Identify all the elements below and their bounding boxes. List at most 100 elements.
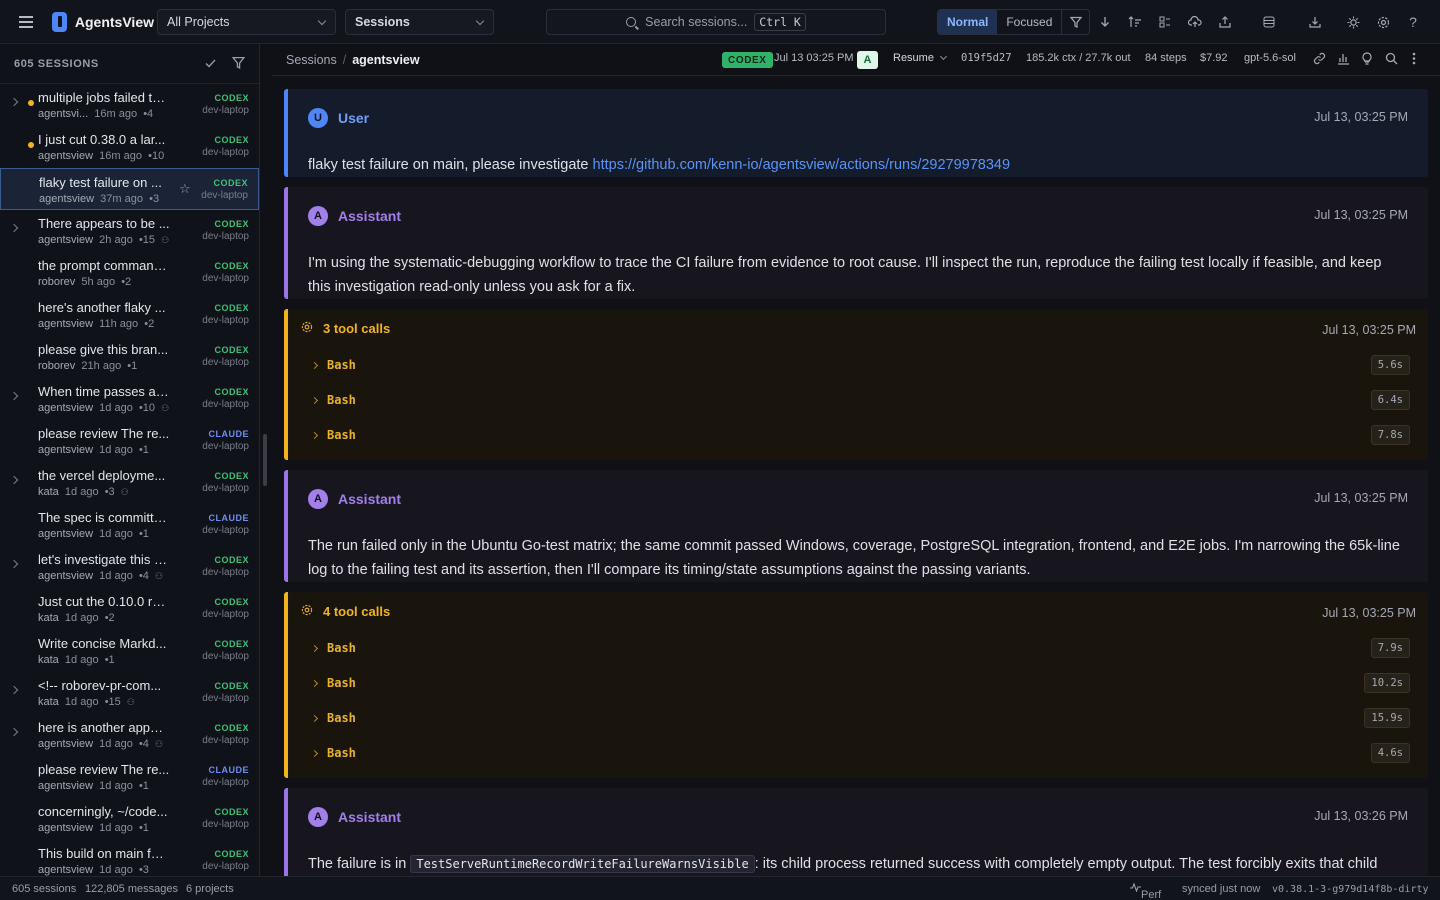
message-body: The failure is in TestServeRuntimeRecord…: [308, 855, 1378, 873]
agent-badge: CLAUDE: [208, 765, 249, 775]
session-item[interactable]: The spec is committe... agentsview 1d ago…: [0, 504, 259, 546]
sidebar-scrollbar[interactable]: [263, 434, 267, 486]
perf-button[interactable]: Perf: [1130, 882, 1161, 900]
expand-chevron-icon[interactable]: [9, 391, 19, 401]
tool-calls-header[interactable]: 3 tool calls: [301, 321, 390, 336]
assistant-avatar: A: [308, 489, 328, 509]
session-item[interactable]: When time passes an... agentsview 1d ago …: [0, 378, 259, 420]
tool-calls-header[interactable]: 4 tool calls: [301, 604, 390, 619]
status-project-count: 6 projects: [186, 883, 234, 895]
chevron-right-icon: [310, 644, 319, 652]
filter-icon[interactable]: [231, 56, 246, 72]
tool-call-row[interactable]: Bash 10.2s: [310, 673, 1410, 693]
filter-icon[interactable]: [1061, 10, 1089, 34]
menu-icon[interactable]: [0, 0, 52, 44]
status-session-count: 605 sessions: [12, 883, 77, 895]
check-icon[interactable]: [205, 56, 216, 71]
chevron-right-icon: [310, 679, 319, 687]
subagent-icon: ⚇: [155, 739, 164, 749]
expand-chevron-icon[interactable]: [9, 475, 19, 485]
session-item[interactable]: Write concise Markd... kata 1d ago •1 CODE…: [0, 630, 259, 672]
expand-chevron-icon[interactable]: [9, 685, 19, 695]
session-id[interactable]: 019f5d27: [961, 52, 1012, 64]
tool-call-row[interactable]: Bash 4.6s: [310, 743, 1410, 763]
search-input[interactable]: Search sessions... Ctrl K: [546, 9, 886, 35]
session-item[interactable]: I just cut 0.38.0 a lar... agentsview 16…: [0, 126, 259, 168]
session-item[interactable]: Just cut the 0.10.0 re... kata 1d ago •2 C…: [0, 588, 259, 630]
session-item[interactable]: let's investigate this c... agentsview 1d…: [0, 546, 259, 588]
status-message-count: 122,805 messages: [85, 883, 178, 895]
session-item[interactable]: please review The re... agentsview 1d ago…: [0, 420, 259, 462]
chevron-down-icon: [939, 52, 948, 61]
project-select[interactable]: All Projects: [157, 9, 336, 35]
tool-duration: 7.8s: [1370, 425, 1410, 445]
session-item[interactable]: multiple jobs failed th... agentsvi... 1…: [0, 84, 259, 126]
session-item[interactable]: please give this bran... roborev 21h ago …: [0, 336, 259, 378]
session-item[interactable]: please review The re... agentsview 1d ago…: [0, 756, 259, 798]
share-icon[interactable]: [1210, 7, 1240, 37]
search-icon[interactable]: [1385, 52, 1398, 68]
mode-focused-button[interactable]: Focused: [997, 10, 1061, 34]
cloud-upload-icon[interactable]: [1180, 7, 1210, 37]
session-host: dev-laptop: [202, 441, 249, 452]
session-item[interactable]: the prompt command... roborev 5h ago •2 CO…: [0, 252, 259, 294]
more-vertical-icon[interactable]: [1412, 52, 1416, 68]
tool-calls-group[interactable]: 4 tool calls Jul 13, 03:25 PM Bash 7.9s B…: [284, 592, 1428, 778]
tool-call-row[interactable]: Bash 6.4s: [310, 390, 1410, 410]
session-item[interactable]: This build on main fai... agentsview 1d a…: [0, 840, 259, 876]
session-host: dev-laptop: [202, 609, 249, 620]
mode-normal-button[interactable]: Normal: [938, 10, 998, 34]
download-icon[interactable]: [1300, 7, 1330, 37]
theme-sun-icon[interactable]: [1338, 7, 1368, 37]
agent-badge: CODEX: [722, 52, 773, 68]
tool-calls-group[interactable]: 3 tool calls Jul 13, 03:25 PM Bash 5.6s B…: [284, 309, 1428, 460]
expand-chevron-icon[interactable]: [9, 97, 19, 107]
brand[interactable]: AgentsView: [52, 0, 154, 44]
session-meta: agentsview 1d ago •4 ⚇: [38, 570, 164, 582]
tool-call-row[interactable]: Bash 7.8s: [310, 425, 1410, 445]
status-bar: 605 sessions 122,805 messages 6 projects…: [0, 876, 1440, 900]
layout-icon[interactable]: [1150, 7, 1180, 37]
session-meta: kata 1d ago •2: [38, 612, 115, 624]
expand-chevron-icon[interactable]: [9, 559, 19, 569]
help-icon[interactable]: ?: [1398, 7, 1428, 37]
tool-duration: 6.4s: [1370, 390, 1410, 410]
github-run-link[interactable]: https://github.com/kenn-io/agentsview/ac…: [593, 157, 1011, 173]
link-icon[interactable]: [1313, 52, 1326, 68]
insight-bulb-icon[interactable]: [1361, 52, 1373, 68]
session-cost: $7.92: [1200, 52, 1228, 64]
session-title: <!-- roborev-pr-com...: [38, 678, 162, 693]
tool-call-row[interactable]: Bash 5.6s: [310, 355, 1410, 375]
session-item-selected[interactable]: flaky test failure on ... agentsview 37m…: [0, 168, 259, 210]
message-role: U User: [308, 108, 369, 128]
scroll-bottom-icon[interactable]: [1090, 7, 1120, 37]
session-item[interactable]: <!-- roborev-pr-com... kata 1d ago •15 ⚇ C…: [0, 672, 259, 714]
session-item[interactable]: There appears to be ... agentsview 2h ago…: [0, 210, 259, 252]
session-host: dev-laptop: [202, 357, 249, 368]
stats-chart-icon[interactable]: [1337, 52, 1350, 68]
star-icon[interactable]: ☆: [179, 181, 191, 197]
breadcrumb-sessions-link[interactable]: Sessions: [286, 53, 337, 67]
session-meta: agentsview 1d ago •1: [38, 822, 149, 834]
database-icon[interactable]: [1254, 7, 1284, 37]
sort-icon[interactable]: [1120, 7, 1150, 37]
tool-gear-icon: [301, 604, 313, 619]
session-item[interactable]: here's another flaky ... agentsview 11h a…: [0, 294, 259, 336]
session-item[interactable]: the vercel deployme... kata 1d ago •3 ⚇ CO…: [0, 462, 259, 504]
tool-call-row[interactable]: Bash 15.9s: [310, 708, 1410, 728]
session-item[interactable]: here is another appar... agentsview 1d ag…: [0, 714, 259, 756]
settings-gear-icon[interactable]: [1368, 7, 1398, 37]
expand-chevron-icon[interactable]: [9, 223, 19, 233]
agent-badge: CODEX: [214, 555, 249, 565]
tool-call-row[interactable]: Bash 7.9s: [310, 638, 1410, 658]
session-host: dev-laptop: [202, 567, 249, 578]
app-root: AgentsView All Projects Sessions Search …: [0, 0, 1440, 900]
message-assistant: A Assistant Jul 13, 03:26 PM The failure…: [284, 788, 1428, 876]
view-select[interactable]: Sessions: [345, 9, 494, 35]
session-item[interactable]: concerningly, ~/code... agentsview 1d ago…: [0, 798, 259, 840]
expand-chevron-icon[interactable]: [9, 727, 19, 737]
session-title: There appears to be ...: [38, 216, 170, 231]
session-meta: agentsview 1d ago •1: [38, 444, 149, 456]
resume-button[interactable]: Resume: [893, 52, 948, 64]
session-title: please review The re...: [38, 426, 170, 441]
